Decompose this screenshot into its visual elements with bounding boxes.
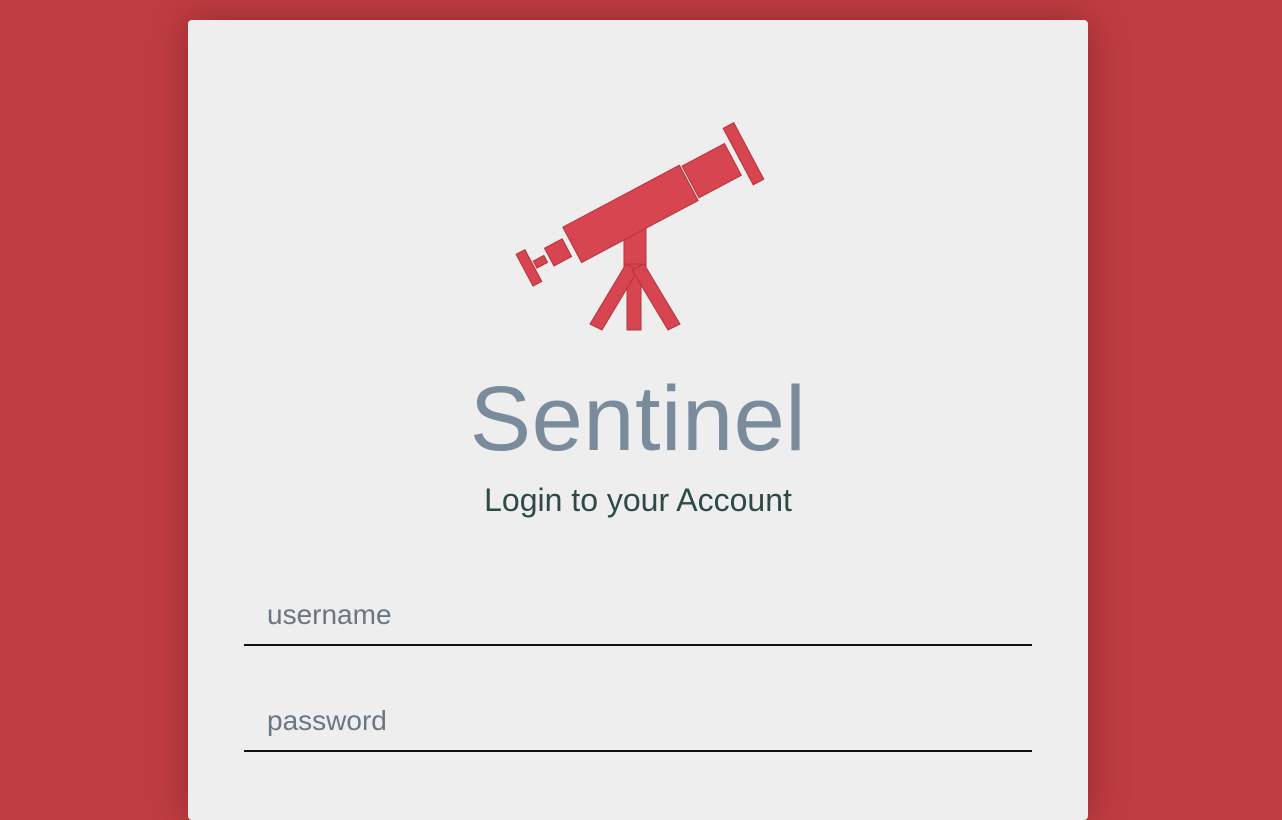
password-input[interactable] [244,692,1032,752]
telescope-icon [515,122,765,331]
login-card: Sentinel Login to your Account [188,20,1088,820]
page-subtitle: Login to your Account [484,482,792,518]
username-input[interactable] [244,586,1032,646]
page-title: Sentinel [469,368,807,470]
